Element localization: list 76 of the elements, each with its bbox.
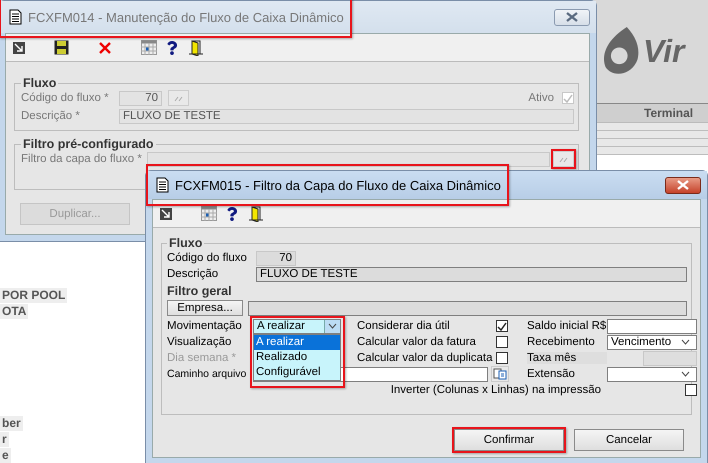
close-icon bbox=[676, 180, 690, 190]
input-field[interactable] bbox=[607, 318, 697, 334]
input-field[interactable]: FLUXO DE TESTE bbox=[119, 108, 574, 124]
files-icon bbox=[493, 368, 507, 380]
help-icon bbox=[165, 40, 179, 54]
field-label: Descrição bbox=[167, 268, 220, 280]
list-label: e bbox=[0, 448, 11, 463]
arrow-box-icon bbox=[12, 40, 26, 54]
checkbox[interactable] bbox=[496, 352, 508, 364]
input-field[interactable]: 70 bbox=[119, 90, 162, 106]
chevron-down-icon bbox=[328, 323, 337, 329]
ellipsis-icon bbox=[174, 94, 183, 102]
group-title: Filtro pré-configurado bbox=[22, 137, 155, 151]
help-icon bbox=[225, 206, 239, 220]
field-label: Código do fluxo bbox=[167, 252, 248, 264]
toolbar-button[interactable] bbox=[54, 38, 69, 58]
column-header: Terminal bbox=[594, 103, 708, 123]
field-label: Filtro da capa do fluxo * bbox=[21, 153, 143, 165]
dialog-button[interactable]: Confirmar bbox=[454, 429, 564, 451]
door-exit-icon bbox=[249, 206, 264, 222]
input-field[interactable] bbox=[248, 300, 687, 316]
window-title: FCXFM014 - Manutenção do Fluxo de Caixa Dinâmico bbox=[28, 10, 344, 24]
field-label: Código do fluxo * bbox=[21, 92, 110, 104]
calendar-icon bbox=[141, 40, 157, 55]
toolbar-button[interactable] bbox=[249, 204, 264, 224]
input-field[interactable]: FLUXO DE TESTE bbox=[256, 266, 687, 282]
dropdown-option[interactable]: A realizar bbox=[254, 334, 340, 350]
door-exit-icon bbox=[189, 40, 204, 56]
field-label: Ativo bbox=[528, 92, 554, 104]
field-label: Taxa mês bbox=[527, 352, 607, 364]
option-label: Inverter (Colunas x Linhas) na impressão bbox=[390, 384, 601, 396]
list-label: ber bbox=[0, 416, 23, 431]
dropdown-option[interactable]: Configurável bbox=[254, 364, 340, 380]
field-label: Dia semana * bbox=[167, 352, 238, 364]
document-icon bbox=[9, 9, 22, 25]
dropdown[interactable] bbox=[607, 366, 697, 382]
calendar-icon bbox=[201, 206, 217, 221]
dropdown[interactable]: A realizar bbox=[253, 318, 341, 334]
delete-icon bbox=[99, 42, 111, 54]
toolbar-button[interactable] bbox=[189, 38, 204, 58]
option-label: Calcular valor da duplicata bbox=[357, 352, 494, 364]
field-label: Extensão bbox=[527, 368, 576, 380]
ellipsis-icon bbox=[559, 156, 568, 162]
field-label: Saldo inicial R$ bbox=[527, 320, 607, 332]
checkbox[interactable] bbox=[496, 336, 508, 348]
list-label: r bbox=[0, 432, 9, 447]
field-label: Visualização bbox=[167, 336, 232, 348]
field-label: Recebimento bbox=[527, 336, 596, 348]
logo-text: Vir bbox=[643, 33, 684, 70]
dropdown-option[interactable]: Realizado bbox=[254, 350, 340, 364]
close-button[interactable] bbox=[554, 8, 590, 26]
company-button[interactable]: Empresa... bbox=[167, 300, 243, 316]
list-label: OTA bbox=[0, 304, 28, 319]
dialog-button[interactable]: Cancelar bbox=[574, 429, 684, 451]
checkbox[interactable] bbox=[685, 384, 697, 396]
checkbox[interactable] bbox=[496, 320, 508, 332]
group-title: Filtro geral bbox=[166, 284, 233, 298]
field-label: Caminho arquivo bbox=[167, 368, 248, 380]
dropdown[interactable]: Vencimento bbox=[607, 334, 697, 350]
group-title: Fluxo bbox=[22, 76, 58, 90]
save-icon bbox=[54, 40, 69, 55]
field-label: Descrição * bbox=[21, 110, 81, 122]
input-field[interactable]: 70 bbox=[256, 250, 296, 266]
chevron-down-icon bbox=[681, 339, 690, 345]
close-button[interactable] bbox=[665, 176, 701, 194]
chevron-down-icon bbox=[681, 371, 690, 377]
arrow-box-icon bbox=[159, 206, 173, 220]
window-title: FCXFM015 - Filtro da Capa do Fluxo de Caixa Dinâmico bbox=[175, 178, 501, 192]
close-icon bbox=[565, 12, 579, 22]
browse-button[interactable] bbox=[491, 366, 509, 382]
document-icon bbox=[156, 177, 169, 193]
field-label: Movimentação bbox=[167, 320, 243, 332]
group-title: Fluxo bbox=[168, 236, 204, 250]
option-label: Considerar dia útil bbox=[357, 320, 451, 332]
list-label: POR POOL bbox=[0, 288, 68, 303]
option-label: Calcular valor da fatura bbox=[357, 336, 477, 348]
